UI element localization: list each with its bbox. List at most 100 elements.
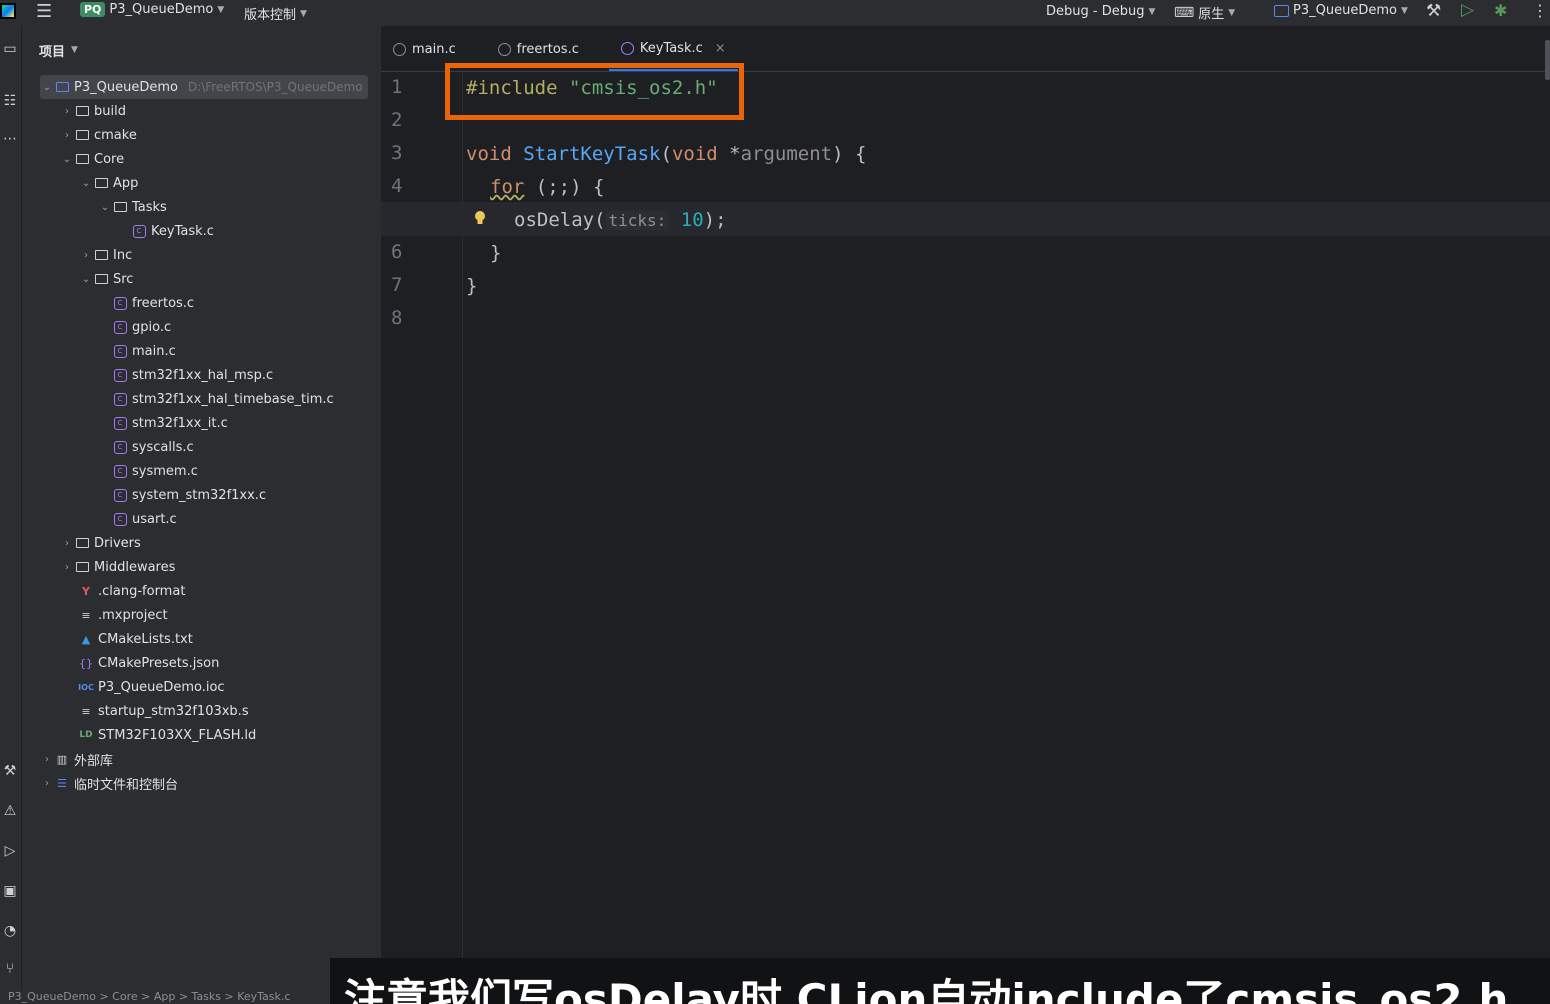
tree-item-drivers[interactable]: › Drivers bbox=[60, 531, 141, 555]
tree-item-system[interactable]: Csystem_stm32f1xx.c bbox=[112, 483, 266, 507]
tree-item-label: 临时文件和控制台 bbox=[74, 777, 179, 793]
run-config-selector[interactable]: Debug - Debug ▼ bbox=[1046, 4, 1155, 19]
tree-item-label: .clang-format bbox=[98, 583, 186, 599]
git-tool-icon[interactable]: ⑂ bbox=[1, 960, 19, 978]
tree-item-it[interactable]: Cstm32f1xx_it.c bbox=[112, 411, 228, 435]
tree-root[interactable]: ⌄ P3_QueueDemo D:\FreeRTOS\P3_QueueDemo bbox=[40, 75, 368, 99]
project-badge: PQ bbox=[80, 2, 106, 17]
parameter-hint: ticks: bbox=[605, 211, 670, 230]
tree-item-cmakelists[interactable]: ▲ CMakeLists.txt bbox=[78, 627, 193, 651]
notifications-tool-icon[interactable]: ◔ bbox=[1, 922, 19, 940]
app-logo bbox=[0, 3, 16, 19]
debug-bug-icon[interactable]: ✱ bbox=[1494, 1, 1507, 20]
tree-item-main[interactable]: Cmain.c bbox=[112, 339, 176, 363]
top-toolbar: ☰ PQ P3_QueueDemo ▼ 版本控制 ▼ Debug - Debug… bbox=[0, 0, 1550, 26]
vcs-menu[interactable]: 版本控制 ▼ bbox=[244, 4, 307, 23]
tree-item-usart[interactable]: Cusart.c bbox=[112, 507, 177, 531]
asm-file-icon: ≡ bbox=[81, 704, 91, 718]
c-file-icon bbox=[497, 42, 511, 56]
chevron-right-icon: › bbox=[65, 537, 69, 549]
tree-item-src[interactable]: ⌄ Src bbox=[79, 267, 134, 291]
tree-item-build[interactable]: › build bbox=[60, 99, 126, 123]
chevron-down-icon: ⌄ bbox=[62, 153, 72, 165]
run-tool-icon[interactable]: ▷ bbox=[1, 842, 19, 860]
terminal-tool-icon[interactable]: ▣ bbox=[1, 882, 19, 900]
tree-item-tasks[interactable]: ⌄ Tasks bbox=[98, 195, 167, 219]
number-literal: 10 bbox=[680, 209, 704, 231]
tree-item-keytask[interactable]: C KeyTask.c bbox=[131, 219, 214, 243]
chevron-down-icon: ⌄ bbox=[100, 201, 110, 213]
tree-item-clang-format[interactable]: Y .clang-format bbox=[78, 579, 185, 603]
tab-label: freertos.c bbox=[516, 41, 579, 57]
tree-item-external-libs[interactable]: › ▥ 外部库 bbox=[40, 747, 113, 771]
tree-item-label: build bbox=[94, 103, 126, 119]
library-icon: ▥ bbox=[56, 752, 68, 766]
toolchain-selector[interactable]: ⌨ 原生 ▼ bbox=[1174, 3, 1235, 23]
build-tool-icon[interactable]: ⚒ bbox=[1, 762, 19, 780]
project-tool-icon[interactable]: ▭ bbox=[1, 40, 19, 58]
pointer: * bbox=[717, 143, 741, 165]
folder-icon bbox=[74, 151, 90, 167]
tree-item-app[interactable]: ⌄ App bbox=[79, 171, 139, 195]
tree-item-label: stm32f1xx_it.c bbox=[132, 415, 228, 431]
c-file-icon: C bbox=[112, 391, 128, 407]
run-icon[interactable]: ▷ bbox=[1461, 0, 1474, 20]
closing-brace: } bbox=[490, 242, 502, 264]
tree-item-inc[interactable]: › Inc bbox=[79, 243, 132, 267]
project-name: P3_QueueDemo bbox=[109, 2, 214, 17]
line-number: 1 bbox=[391, 76, 403, 98]
tree-item-freertos[interactable]: Cfreertos.c bbox=[112, 291, 194, 315]
tree-item-ioc[interactable]: IOC P3_QueueDemo.ioc bbox=[78, 675, 225, 699]
target-label: P3_QueueDemo bbox=[1293, 3, 1397, 18]
folder-icon bbox=[74, 127, 90, 143]
status-breadcrumb: P3_QueueDemo > Core > App > Tasks > KeyT… bbox=[0, 990, 330, 1004]
function-name: StartKeyTask bbox=[523, 143, 661, 165]
ioc-file-icon: IOC bbox=[78, 682, 94, 692]
lightbulb-icon[interactable] bbox=[474, 210, 486, 226]
tree-item-label: startup_stm32f103xb.s bbox=[98, 703, 249, 719]
more-options-icon[interactable]: ⋮ bbox=[1532, 1, 1548, 20]
tree-item-ld[interactable]: LD STM32F103XX_FLASH.ld bbox=[78, 723, 256, 747]
tree-item-cmake[interactable]: › cmake bbox=[60, 123, 137, 147]
structure-tool-icon[interactable]: ☷ bbox=[1, 92, 19, 110]
tree-item-gpio[interactable]: Cgpio.c bbox=[112, 315, 171, 339]
target-selector[interactable]: P3_QueueDemo ▼ bbox=[1274, 3, 1408, 18]
tree-item-middlewares[interactable]: › Middlewares bbox=[60, 555, 175, 579]
json-file-icon: {} bbox=[79, 656, 93, 670]
tree-item-mxproject[interactable]: ≡ .mxproject bbox=[78, 603, 168, 627]
c-file-icon: C bbox=[112, 415, 128, 431]
tree-item-label: STM32F103XX_FLASH.ld bbox=[98, 727, 257, 743]
code-line-6: } bbox=[490, 237, 501, 270]
tree-item-label: freertos.c bbox=[132, 295, 195, 311]
paren: ( bbox=[660, 143, 672, 165]
build-hammer-icon[interactable]: ⚒ bbox=[1426, 1, 1441, 21]
problems-tool-icon[interactable]: ⚠ bbox=[1, 802, 19, 820]
tree-root-path: D:\FreeRTOS\P3_QueueDemo bbox=[187, 80, 363, 94]
editor-scrollbar[interactable] bbox=[1545, 40, 1550, 80]
tree-item-sysmem[interactable]: Csysmem.c bbox=[112, 459, 198, 483]
tree-item-cmakepresets[interactable]: {} CMakePresets.json bbox=[78, 651, 219, 675]
main-menu-icon[interactable]: ☰ bbox=[36, 1, 52, 22]
tree-item-startup[interactable]: ≡ startup_stm32f103xb.s bbox=[78, 699, 249, 723]
tree-item-hal-timebase[interactable]: Cstm32f1xx_hal_timebase_tim.c bbox=[112, 387, 334, 411]
tree-item-core[interactable]: ⌄ Core bbox=[60, 147, 124, 171]
tree-item-syscalls[interactable]: Csyscalls.c bbox=[112, 435, 194, 459]
code-editor[interactable]: #include "cmsis_os2.h" void StartKeyTask… bbox=[381, 72, 1550, 1004]
line-number: 2 bbox=[391, 109, 403, 131]
tree-item-label: P3_QueueDemo.ioc bbox=[98, 679, 225, 695]
tree-item-hal-msp[interactable]: Cstm32f1xx_hal_msp.c bbox=[112, 363, 273, 387]
project-panel-header[interactable]: 项目 ▼ bbox=[22, 26, 381, 74]
tree-item-label: main.c bbox=[132, 343, 176, 359]
line-number: 8 bbox=[391, 307, 403, 329]
c-file-icon: C bbox=[131, 223, 147, 239]
module-folder-icon bbox=[54, 79, 70, 95]
project-switcher[interactable]: PQ P3_QueueDemo ▼ bbox=[80, 2, 224, 17]
tab-label: KeyTask.c bbox=[639, 40, 703, 56]
more-tools-icon[interactable]: ⋯ bbox=[1, 130, 19, 148]
tree-item-label: .mxproject bbox=[98, 607, 168, 623]
toolchain-label: 原生 bbox=[1198, 7, 1225, 22]
tree-item-scratches[interactable]: › ☰ 临时文件和控制台 bbox=[40, 771, 178, 795]
keyword: void bbox=[466, 143, 512, 165]
tree-item-label: Inc bbox=[113, 247, 133, 263]
close-icon[interactable]: × bbox=[715, 41, 726, 56]
